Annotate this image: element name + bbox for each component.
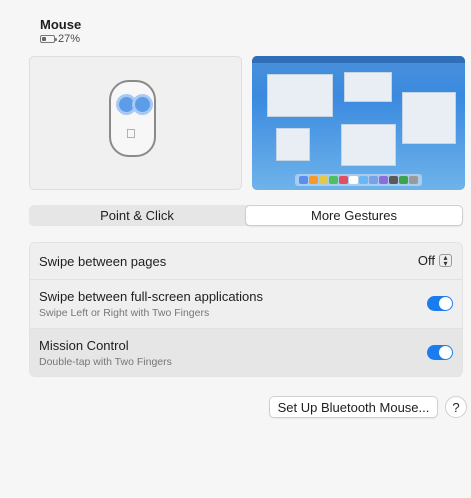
finger-dot-left: [119, 97, 134, 112]
battery-percent: 27%: [58, 33, 81, 45]
dock-app-icon: [319, 176, 328, 184]
battery-status: 27%: [40, 33, 81, 45]
preview-window: [276, 128, 310, 161]
mission-control-subtitle: Double-tap with Two Fingers: [39, 356, 172, 368]
preview-window: [341, 124, 396, 166]
tab-point-and-click[interactable]: Point & Click: [29, 205, 245, 226]
up-down-chevron-icon: ▴ ▾: [439, 253, 452, 267]
question-mark-icon: ?: [452, 399, 460, 415]
dock-app-icon: [349, 176, 358, 184]
help-button[interactable]: ?: [445, 396, 467, 418]
dock-app-icon: [299, 176, 308, 184]
finger-dot-right: [135, 97, 150, 112]
mission-control-preview: [252, 56, 465, 190]
gesture-settings-group: Swipe between pages Off ▴ ▾ Swipe between…: [29, 242, 463, 377]
tab-more-gestures[interactable]: More Gestures: [245, 205, 463, 226]
magic-mouse-icon: : [109, 80, 156, 157]
dock-app-icon: [339, 176, 348, 184]
dock-app-icon: [329, 176, 338, 184]
mission-control-toggle[interactable]: [427, 345, 453, 360]
dock-app-icon: [379, 176, 388, 184]
menu-bar: [252, 56, 465, 63]
swipe-fullscreen-row: Swipe between full-screen applications S…: [30, 280, 462, 329]
apple-logo-icon: : [126, 126, 136, 141]
mission-control-label: Mission Control: [39, 338, 129, 353]
swipe-pages-label: Swipe between pages: [39, 254, 167, 269]
swipe-pages-row: Swipe between pages Off ▴ ▾: [30, 243, 462, 280]
gesture-tabs: Point & Click More Gestures: [29, 205, 463, 226]
dock: [295, 174, 422, 186]
dock-app-icon: [389, 176, 398, 184]
device-title: Mouse: [40, 17, 82, 32]
swipe-fullscreen-label: Swipe between full-screen applications: [39, 289, 264, 304]
dock-app-icon: [369, 176, 378, 184]
swipe-fullscreen-subtitle: Swipe Left or Right with Two Fingers: [39, 307, 210, 319]
preview-window: [267, 74, 333, 117]
toggle-knob: [439, 297, 452, 310]
preview-window: [402, 92, 456, 144]
mouse-preview: : [29, 56, 242, 190]
preview-window: [344, 72, 392, 102]
dock-app-icon: [359, 176, 368, 184]
device-header: Mouse 27%: [40, 17, 81, 45]
battery-icon: [40, 35, 57, 43]
set-up-bluetooth-mouse-button[interactable]: Set Up Bluetooth Mouse...: [269, 396, 438, 418]
dock-app-icon: [309, 176, 318, 184]
dock-app-icon: [409, 176, 418, 184]
swipe-fullscreen-toggle[interactable]: [427, 296, 453, 311]
dock-app-icon: [399, 176, 408, 184]
mission-control-row: Mission Control Double-tap with Two Fing…: [30, 329, 462, 376]
swipe-pages-value: Off: [417, 253, 435, 268]
toggle-knob: [439, 346, 452, 359]
swipe-pages-popup[interactable]: Off ▴ ▾: [418, 253, 452, 268]
